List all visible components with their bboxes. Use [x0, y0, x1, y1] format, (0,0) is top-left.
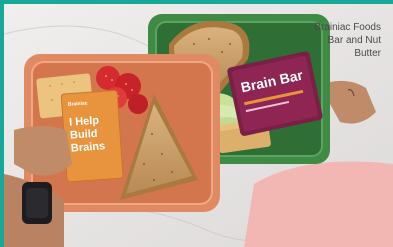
packet-line2: Build — [70, 128, 98, 142]
packet-line3: Brains — [71, 140, 106, 154]
nut-butter-packet: Brainiac I Help Build Brains — [60, 89, 124, 183]
caption-line-3: Butter — [354, 48, 381, 59]
packet-line1: I Help — [69, 115, 100, 129]
smartwatch-icon — [22, 182, 52, 224]
caption-line-1: Brainiac Foods — [314, 22, 381, 33]
photo-frame: Brain Bar Brainiac I Help Build Brains B… — [0, 0, 393, 247]
caption-line-2: Bar and Nut — [327, 35, 381, 46]
photo-caption: Brainiac Foods Bar and Nut Butter — [281, 21, 381, 60]
